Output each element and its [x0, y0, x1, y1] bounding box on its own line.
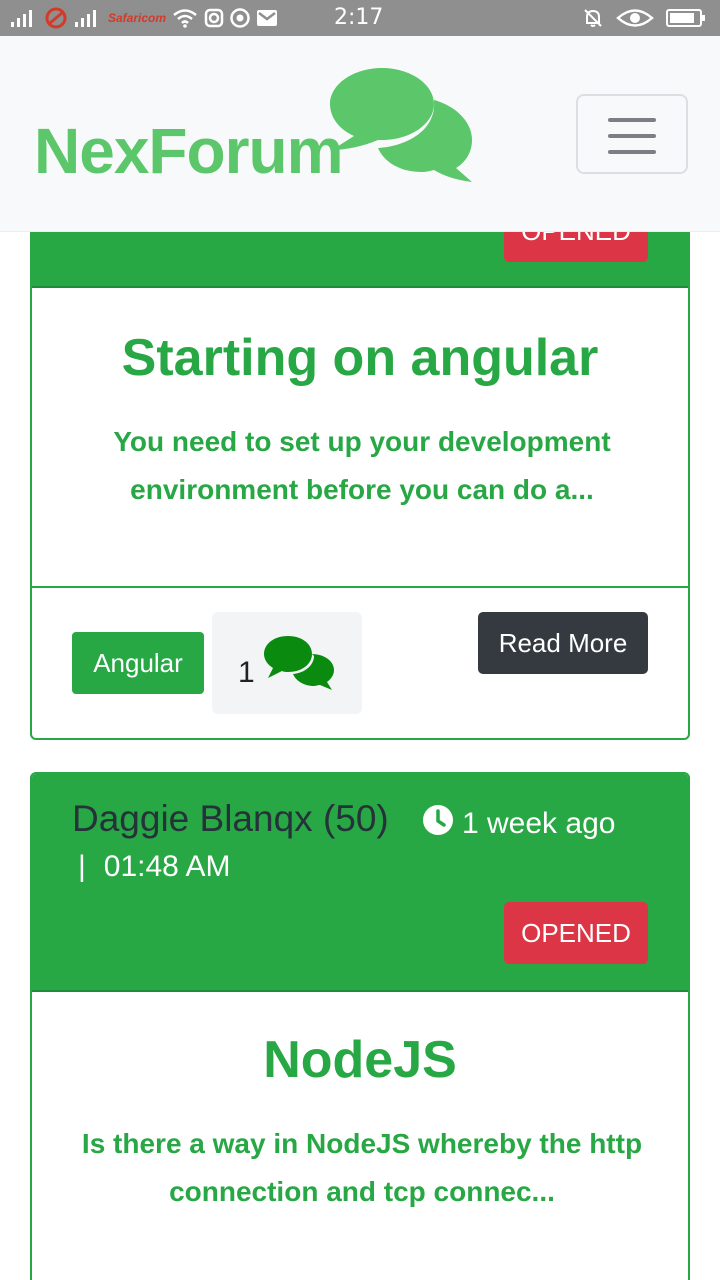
signal-icon: [10, 8, 38, 28]
post-time: 01:48 AM: [103, 850, 231, 883]
hamburger-icon: [608, 118, 656, 122]
post-excerpt: You need to set up your development envi…: [113, 426, 611, 505]
post-card: Daggie Blanqx (50) 1 week ago | 01:48 AM …: [30, 772, 690, 1280]
post-card: OPENED Starting on angular You need to s…: [30, 150, 690, 740]
comments-icon[interactable]: [326, 66, 476, 191]
separator: |: [78, 850, 86, 883]
signal-icon: [74, 8, 102, 28]
gmail-icon: [256, 9, 278, 27]
read-more-button[interactable]: Read More: [478, 612, 648, 674]
post-card-header: Daggie Blanqx (50) 1 week ago | 01:48 AM …: [32, 774, 688, 992]
hamburger-icon: [608, 134, 656, 138]
post-title[interactable]: Starting on angular: [32, 328, 688, 388]
clock-icon: [422, 804, 454, 844]
wifi-icon: [172, 8, 198, 28]
author-name[interactable]: Daggie Blanqx (50): [72, 798, 389, 840]
menu-toggle-button[interactable]: [576, 94, 688, 174]
post-time-row: 1 week ago: [422, 804, 615, 844]
status-right: [582, 0, 706, 36]
carrier-logo-icon: [44, 6, 68, 30]
navbar: NexForum: [0, 36, 720, 232]
comments-count: 1: [238, 656, 255, 689]
battery-icon: [666, 8, 706, 28]
post-title[interactable]: NodeJS: [32, 1030, 688, 1090]
status-left: Safaricom: [10, 0, 278, 36]
relative-time: 1 week ago: [462, 807, 616, 840]
chrome-icon: [230, 8, 250, 28]
comments-icon: [262, 632, 338, 697]
status-bar: Safaricom 2:17: [0, 0, 720, 36]
post-excerpt: Is there a way in NodeJS whereby the htt…: [81, 1128, 643, 1207]
card-footer-divider: [32, 586, 688, 588]
status-badge: OPENED: [504, 902, 648, 964]
clock: 2:17: [334, 5, 384, 30]
carrier-name: Safaricom: [108, 11, 167, 25]
post-time-detail: | 01:48 AM: [78, 850, 231, 884]
instagram-icon: [204, 8, 224, 28]
brand-name[interactable]: NexForum: [34, 114, 343, 188]
comments-button[interactable]: 1: [212, 612, 362, 714]
notifications-off-icon: [582, 7, 604, 29]
hamburger-icon: [608, 150, 656, 154]
tag-button[interactable]: Angular: [72, 632, 204, 694]
eye-icon: [616, 7, 654, 29]
